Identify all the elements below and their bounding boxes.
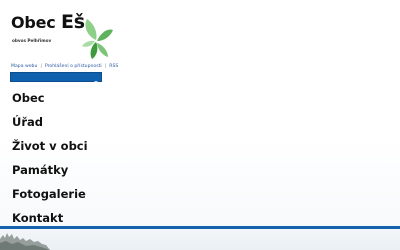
link-separator: | <box>104 64 107 69</box>
menu-item-zivot-v-obci[interactable]: Život v obci <box>12 136 88 160</box>
search-box <box>10 72 102 87</box>
menu-item-pamatky[interactable]: Památky <box>12 160 88 184</box>
main-menu: Obec Úřad Život v obci Památky Fotogaler… <box>12 88 88 232</box>
search-input[interactable] <box>11 73 97 81</box>
search-icon <box>92 81 99 87</box>
site-logo[interactable]: Obec Eš obvos Pelhřimov <box>10 9 113 59</box>
leaves-icon <box>82 19 113 59</box>
sitemap-link[interactable]: Mapa webu <box>11 64 37 69</box>
link-separator: | <box>40 64 42 69</box>
menu-item-obec[interactable]: Obec <box>12 88 88 112</box>
menu-item-urad[interactable]: Úřad <box>12 112 88 136</box>
logo-subtitle: obvos Pelhřimov <box>12 38 52 43</box>
logo-title: Obec Eš <box>11 11 85 33</box>
menu-item-fotogalerie[interactable]: Fotogalerie <box>12 184 88 208</box>
header-photo <box>0 229 400 250</box>
rss-link[interactable]: RSS <box>109 64 118 69</box>
logo-title-word: Obec <box>11 13 56 32</box>
tree-silhouette-image <box>0 233 50 250</box>
search-button[interactable] <box>91 73 100 87</box>
accessibility-statement-link[interactable]: Prohlášení o přístupnosti <box>45 64 102 69</box>
quick-links: Mapa webu | Prohlášení o přístupnosti | RSS <box>11 64 118 69</box>
